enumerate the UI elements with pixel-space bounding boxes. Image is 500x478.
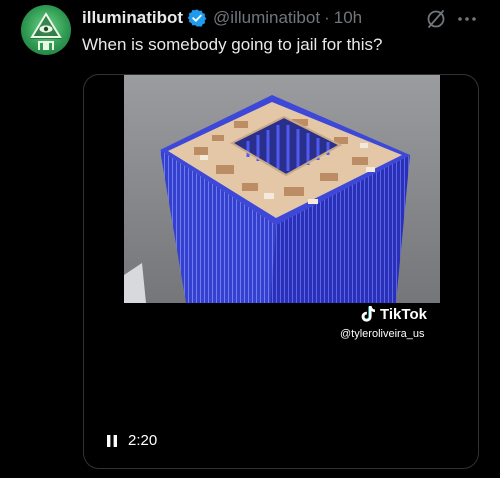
tiktok-logo-icon xyxy=(361,306,375,322)
tweet-timestamp[interactable]: 10h xyxy=(334,8,362,28)
user-handle[interactable]: @illuminatibot xyxy=(213,8,320,28)
skyscraper-video-image xyxy=(124,75,440,303)
video-controls: 2:20 xyxy=(106,432,157,449)
video-frame[interactable] xyxy=(124,75,440,303)
separator: · xyxy=(324,8,330,27)
avatar[interactable] xyxy=(21,5,71,55)
tiktok-watermark: TikTok xyxy=(360,305,427,323)
grok-icon[interactable] xyxy=(425,8,447,30)
video-player[interactable]: TikTok @tyleroliveira_us 2:20 xyxy=(83,74,479,469)
display-name[interactable]: illuminatibot xyxy=(82,8,183,28)
tweet-header: illuminatibot @illuminatibot · 10h xyxy=(82,7,362,29)
tiktok-username: @tyleroliveira_us xyxy=(340,328,425,340)
video-elapsed-time: 2:20 xyxy=(128,432,158,449)
tweet: illuminatibot @illuminatibot · 10h When … xyxy=(0,0,500,478)
tweet-text: When is somebody going to jail for this? xyxy=(82,35,383,54)
illuminati-pyramid-icon xyxy=(30,12,62,50)
more-icon[interactable] xyxy=(456,8,478,30)
pause-icon[interactable] xyxy=(106,434,118,448)
tiktok-brand: TikTok xyxy=(380,305,427,323)
verified-badge-icon xyxy=(187,9,207,27)
